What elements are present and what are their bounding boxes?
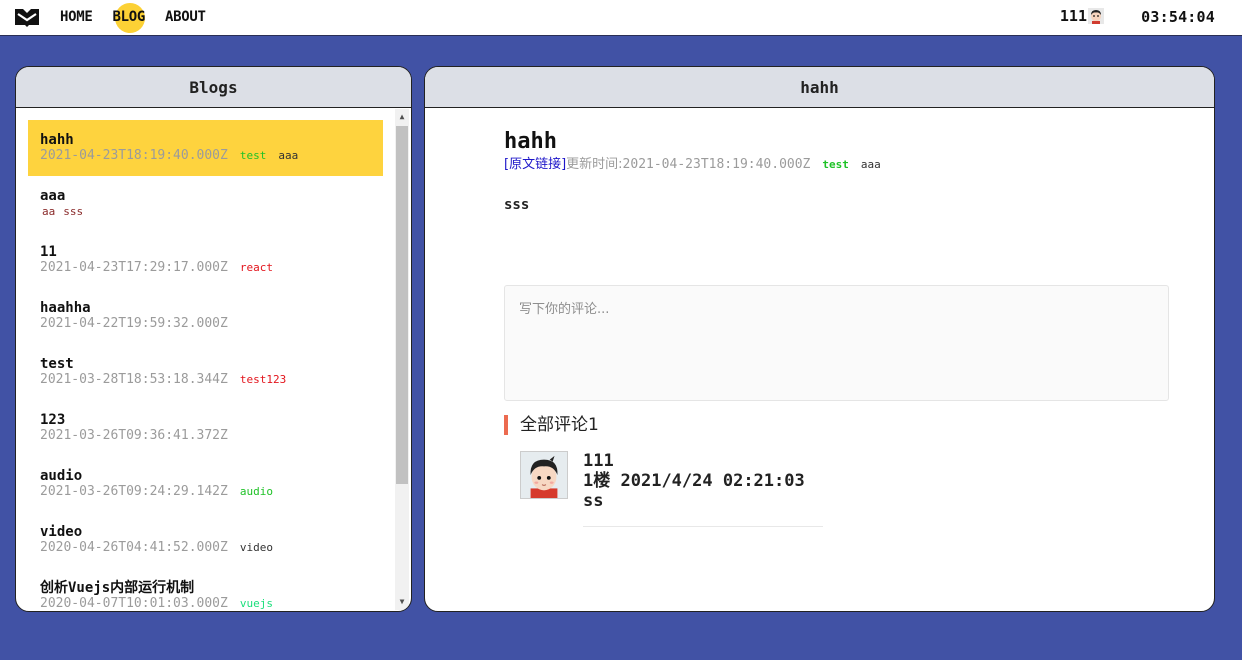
article-tag[interactable]: aaa xyxy=(861,158,881,171)
blog-date: 2021-03-26T09:36:41.372Z xyxy=(40,428,228,443)
scroll-up-arrow-icon[interactable]: ▲ xyxy=(395,110,409,124)
blog-meta: 2021-03-28T18:53:18.344Z test123 xyxy=(40,372,371,388)
article-meta: [原文链接]更新时间:2021-04-23T18:19:40.000Z test a… xyxy=(504,157,1169,173)
blog-title: test xyxy=(40,356,74,372)
main-nav: HOME BLOG ABOUT xyxy=(60,0,226,34)
article-tag[interactable]: test xyxy=(822,158,849,171)
blog-tag[interactable]: react xyxy=(240,261,273,274)
user-menu[interactable]: 111 xyxy=(1060,7,1104,25)
blog-title: video xyxy=(40,524,83,540)
scroll-thumb[interactable] xyxy=(396,126,408,484)
blog-list-scrollbar[interactable]: ▲ ▼ xyxy=(395,109,409,610)
comment-body: 111 1楼 2021/4/24 02:21:03 ss xyxy=(583,451,823,527)
clock: 03:54:04 xyxy=(1141,8,1215,26)
blog-list-item[interactable]: aaa aa sss xyxy=(28,176,383,232)
blog-meta: 2021-04-23T18:19:40.000Z test aaa xyxy=(40,148,371,164)
blog-list-item[interactable]: hahh 2021-04-23T18:19:40.000Z test aaa xyxy=(28,120,383,176)
blog-meta: 2021-04-22T19:59:32.000Z xyxy=(40,316,371,332)
user-avatar-icon xyxy=(1088,8,1104,24)
blog-tag[interactable]: video xyxy=(240,541,273,554)
blog-list-item[interactable]: test 2021-03-28T18:53:18.344Z test123 xyxy=(28,344,383,400)
nav-blog-link[interactable]: BLOG xyxy=(113,3,145,33)
comment-floor: 1楼 xyxy=(583,471,611,491)
blog-date: 2021-03-28T18:53:18.344Z xyxy=(40,372,228,387)
comment-time: 2021/4/24 02:21:03 xyxy=(620,471,805,491)
blog-title: 11 xyxy=(40,244,57,260)
blog-meta: 2021-04-23T17:29:17.000Z react xyxy=(40,260,371,276)
scroll-down-arrow-icon[interactable]: ▼ xyxy=(395,595,409,609)
all-comments-label: 全部评论 xyxy=(520,415,588,435)
comment-input-box[interactable] xyxy=(504,285,1169,401)
blog-meta: 2021-03-26T09:36:41.372Z xyxy=(40,428,371,444)
blog-title: haahha xyxy=(40,300,91,316)
blog-date: 2021-04-23T18:19:40.000Z xyxy=(40,148,228,163)
blogs-panel-title: Blogs xyxy=(16,67,411,108)
blog-meta: 2020-04-26T04:41:52.000Z video xyxy=(40,540,371,556)
blog-meta: 2021-03-26T09:24:29.142Z audio xyxy=(40,484,371,500)
blog-date: 2021-04-23T17:29:17.000Z xyxy=(40,260,228,275)
article-title: hahh xyxy=(504,129,557,154)
blogs-panel: Blogs hahh 2021-04-23T18:19:40.000Z test aa… xyxy=(15,66,412,612)
blog-list: hahh 2021-04-23T18:19:40.000Z test aaa aaa aa… xyxy=(28,120,383,611)
blog-date: 2020-04-07T10:01:03.000Z xyxy=(40,596,228,611)
blog-title: 创析Vuejs内部运行机制 xyxy=(40,580,195,596)
article-panel-title: hahh xyxy=(425,67,1214,108)
top-nav-bar: HOME BLOG ABOUT 111 03:54:04 xyxy=(0,0,1242,36)
origin-link[interactable]: [原文链接] xyxy=(504,157,566,172)
article: hahh [原文链接]更新时间:2021-04-23T18:19:40.000Z… xyxy=(504,127,1169,213)
comment-input[interactable] xyxy=(519,298,1154,388)
blog-list-item[interactable]: video 2020-04-26T04:41:52.000Z video xyxy=(28,512,383,568)
updated-time: 2021-04-23T18:19:40.000Z xyxy=(622,157,811,172)
blog-list-item[interactable]: 创析Vuejs内部运行机制 2020-04-07T10:01:03.000Z vue… xyxy=(28,568,383,611)
all-comments-heading: 全部评论1 xyxy=(504,415,599,435)
book-logo-icon[interactable] xyxy=(14,6,40,28)
nav-about-link[interactable]: ABOUT xyxy=(165,9,206,25)
blog-tag[interactable]: test123 xyxy=(240,373,286,386)
comment-user: 111 xyxy=(583,451,614,471)
comment-text: ss xyxy=(583,491,604,511)
nav-home-link[interactable]: HOME xyxy=(60,9,93,25)
blog-tag[interactable]: vuejs xyxy=(240,597,273,610)
blog-meta: aa sss xyxy=(40,204,371,220)
blog-tag[interactable]: sss xyxy=(63,205,83,218)
article-panel: hahh hahh [原文链接]更新时间:2021-04-23T18:19:40… xyxy=(424,66,1215,612)
comment-count: 1 xyxy=(588,415,599,435)
blog-title: aaa xyxy=(40,188,66,204)
blog-list-item[interactable]: 11 2021-04-23T17:29:17.000Z react xyxy=(28,232,383,288)
blog-tag[interactable]: test xyxy=(240,149,267,162)
blog-list-item[interactable]: haahha 2021-04-22T19:59:32.000Z xyxy=(28,288,383,344)
blog-meta: 2020-04-07T10:01:03.000Z vuejs xyxy=(40,596,371,611)
blog-list-item[interactable]: 123 2021-03-26T09:36:41.372Z xyxy=(28,400,383,456)
blog-tag[interactable]: aaa xyxy=(278,149,298,162)
comment-floor-time: 1楼 2021/4/24 02:21:03 xyxy=(583,471,823,491)
blog-title: audio xyxy=(40,468,83,484)
blog-list-container: hahh 2021-04-23T18:19:40.000Z test aaa aaa aa… xyxy=(16,108,411,611)
article-body: sss xyxy=(504,197,530,213)
blog-tag[interactable]: aa xyxy=(42,205,55,218)
updated-label: 更新时间: xyxy=(566,157,623,172)
blog-title: hahh xyxy=(40,132,74,148)
blog-date: 2021-04-22T19:59:32.000Z xyxy=(40,316,228,331)
blog-date: 2020-04-26T04:41:52.000Z xyxy=(40,540,228,555)
commenter-avatar-icon xyxy=(520,451,568,499)
user-name: 111 xyxy=(1059,7,1087,25)
blog-title: 123 xyxy=(40,412,66,428)
blog-date: 2021-03-26T09:24:29.142Z xyxy=(40,484,228,499)
blog-tag[interactable]: audio xyxy=(240,485,273,498)
blog-list-item[interactable]: audio 2021-03-26T09:24:29.142Z audio xyxy=(28,456,383,512)
